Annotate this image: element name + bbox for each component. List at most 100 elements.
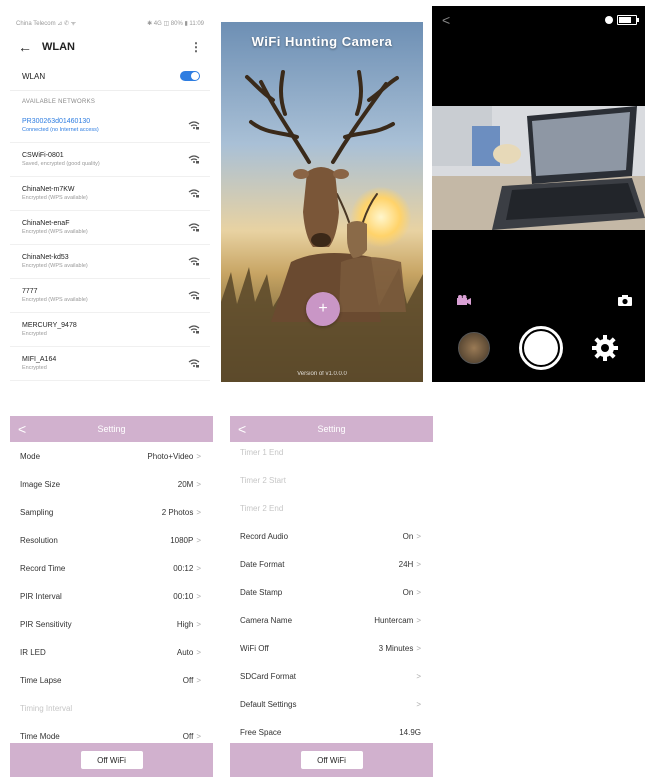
setting-row[interactable]: Default Settings > bbox=[230, 690, 433, 718]
network-item[interactable]: ChinaNet-kd53 Encrypted (WPS available) bbox=[10, 245, 210, 279]
setting-label: Timer 1 End bbox=[240, 447, 284, 457]
back-icon[interactable]: < bbox=[442, 12, 450, 28]
setting-value: On bbox=[402, 587, 414, 597]
off-wifi-button[interactable]: Off WiFi bbox=[80, 751, 143, 769]
wifi-signal-icon bbox=[188, 257, 200, 266]
app-title: WiFi Hunting Camera bbox=[251, 34, 393, 49]
setting-row[interactable]: Record Time 00:12 > bbox=[10, 554, 213, 582]
setting-label: IR LED bbox=[20, 647, 46, 657]
setting-row[interactable]: Free Space 14.9G bbox=[230, 718, 433, 743]
back-icon[interactable]: < bbox=[18, 421, 26, 437]
page-title: WLAN bbox=[42, 41, 75, 53]
settings-footer: Off WiFi bbox=[10, 743, 213, 777]
setting-label: Default Settings bbox=[240, 699, 297, 709]
setting-row[interactable]: IR LED Auto > bbox=[10, 638, 213, 666]
setting-value: Auto bbox=[176, 647, 194, 657]
network-name: ChinaNet-enaF bbox=[22, 220, 70, 227]
deer-illustration bbox=[221, 70, 423, 382]
chevron-right-icon: > bbox=[196, 535, 201, 545]
settings-title: Setting bbox=[317, 424, 346, 434]
setting-value: 14.9G bbox=[399, 727, 421, 737]
setting-value-group: 3 Minutes > bbox=[379, 644, 421, 653]
setting-label: Record Audio bbox=[240, 531, 289, 541]
gallery-thumbnail[interactable] bbox=[458, 332, 490, 364]
camera-top-bar: < bbox=[442, 12, 639, 28]
more-options-icon[interactable]: ⋮ bbox=[190, 40, 202, 54]
wifi-signal-icon bbox=[188, 121, 200, 130]
setting-row[interactable]: PIR Sensitivity High > bbox=[10, 610, 213, 638]
network-status: Encrypted (WPS available) bbox=[22, 229, 88, 235]
wlan-header: ← WLAN ⋮ bbox=[10, 32, 210, 62]
network-item[interactable]: 7777 Encrypted (WPS available) bbox=[10, 279, 210, 313]
setting-row[interactable]: Time Lapse Off > bbox=[10, 666, 213, 694]
chevron-right-icon: > bbox=[196, 619, 201, 629]
camera-mode-row bbox=[456, 294, 633, 306]
setting-label: Image Size bbox=[20, 479, 61, 489]
setting-row[interactable]: Camera Name Huntercam > bbox=[230, 606, 433, 634]
setting-value-group: > bbox=[413, 700, 421, 709]
status-bar-left: China Telecom ⊿ ✆ ᯤ bbox=[16, 21, 77, 27]
setting-value-group: On > bbox=[403, 588, 421, 597]
setting-row[interactable]: Record Audio On > bbox=[230, 522, 433, 550]
setting-row[interactable]: Date Stamp On > bbox=[230, 578, 433, 606]
video-mode-icon[interactable] bbox=[456, 294, 472, 306]
wlan-toggle-switch[interactable] bbox=[180, 71, 200, 81]
network-item[interactable]: ChinaNet-m7KW Encrypted (WPS available) bbox=[10, 177, 210, 211]
setting-row[interactable]: Mode Photo+Video > bbox=[10, 442, 213, 470]
chevron-right-icon: > bbox=[416, 587, 421, 597]
status-bar-right: ✱ 4G ◫ 80% ▮ 11:09 bbox=[147, 20, 204, 27]
setting-row[interactable]: Sampling 2 Photos > bbox=[10, 498, 213, 526]
network-item[interactable]: CSWiFi-0801 Saved, encrypted (good qualit… bbox=[10, 143, 210, 177]
live-preview bbox=[432, 106, 645, 230]
setting-label: WiFi Off bbox=[240, 643, 269, 653]
setting-label: Timer 2 Start bbox=[240, 475, 286, 485]
setting-value: Off bbox=[182, 731, 194, 741]
shutter-button[interactable] bbox=[518, 326, 563, 370]
network-status: Encrypted (WPS available) bbox=[22, 195, 88, 201]
setting-label: PIR Sensitivity bbox=[20, 619, 72, 629]
wifi-signal-icon bbox=[188, 189, 200, 198]
network-name: CSWiFi-0801 bbox=[22, 152, 64, 159]
off-wifi-button[interactable]: Off WiFi bbox=[300, 751, 363, 769]
network-item[interactable]: ChinaNet-enaF Encrypted (WPS available) bbox=[10, 211, 210, 245]
settings-screen-1: < Setting Mode Photo+Video > Image Size 20M >… bbox=[10, 416, 213, 777]
chevron-right-icon: > bbox=[196, 675, 201, 685]
setting-row: Timer 2 Start bbox=[230, 466, 433, 494]
setting-row[interactable]: SDCard Format > bbox=[230, 662, 433, 690]
network-name: 7777 bbox=[22, 288, 38, 295]
network-text: ChinaNet-kd53 Encrypted (WPS available) bbox=[22, 254, 88, 269]
settings-title: Setting bbox=[97, 424, 126, 434]
network-item[interactable]: MERCURY_9478 Encrypted bbox=[10, 313, 210, 347]
setting-value-group: Photo+Video > bbox=[147, 452, 201, 461]
settings-gear-icon[interactable] bbox=[591, 334, 619, 362]
setting-value-group: High > bbox=[177, 620, 201, 629]
back-icon[interactable]: < bbox=[238, 421, 246, 437]
setting-row[interactable]: Resolution 1080P > bbox=[10, 526, 213, 554]
setting-label: Free Space bbox=[240, 727, 282, 737]
setting-label: Date Stamp bbox=[240, 587, 283, 597]
setting-row[interactable]: PIR Interval 00:10 > bbox=[10, 582, 213, 610]
network-item[interactable]: PR300263d01460130 Connected (no Internet … bbox=[10, 109, 210, 143]
chevron-right-icon: > bbox=[196, 591, 201, 601]
back-arrow-icon[interactable]: ← bbox=[18, 39, 32, 55]
setting-value: On bbox=[402, 531, 414, 541]
setting-row[interactable]: WiFi Off 3 Minutes > bbox=[230, 634, 433, 662]
chevron-right-icon: > bbox=[196, 451, 201, 461]
setting-value-group: Auto > bbox=[177, 648, 201, 657]
setting-value: 3 Minutes bbox=[378, 643, 414, 653]
setting-row[interactable]: Date Format 24H > bbox=[230, 550, 433, 578]
chevron-right-icon: > bbox=[416, 531, 421, 541]
settings-list: Timer 1 End Timer 2 Start Timer 2 End Recor… bbox=[230, 438, 433, 743]
photo-mode-icon[interactable] bbox=[617, 294, 633, 306]
setting-row[interactable]: Time Mode Off > bbox=[10, 722, 213, 743]
wlan-toggle-row: WLAN bbox=[10, 62, 210, 91]
setting-row[interactable]: Image Size 20M > bbox=[10, 470, 213, 498]
wlan-screen: China Telecom ⊿ ✆ ᯤ ✱ 4G ◫ 80% ▮ 11:09 ←… bbox=[10, 14, 210, 382]
add-camera-button[interactable]: + bbox=[306, 292, 340, 326]
settings-footer: Off WiFi bbox=[230, 743, 433, 777]
setting-row: Timing Interval bbox=[10, 694, 213, 722]
wifi-signal-icon bbox=[188, 325, 200, 334]
network-text: MIFI_A164 Encrypted bbox=[22, 356, 56, 371]
network-status: Encrypted (WPS available) bbox=[22, 297, 88, 303]
network-item[interactable]: MIFI_A164 Encrypted bbox=[10, 347, 210, 381]
